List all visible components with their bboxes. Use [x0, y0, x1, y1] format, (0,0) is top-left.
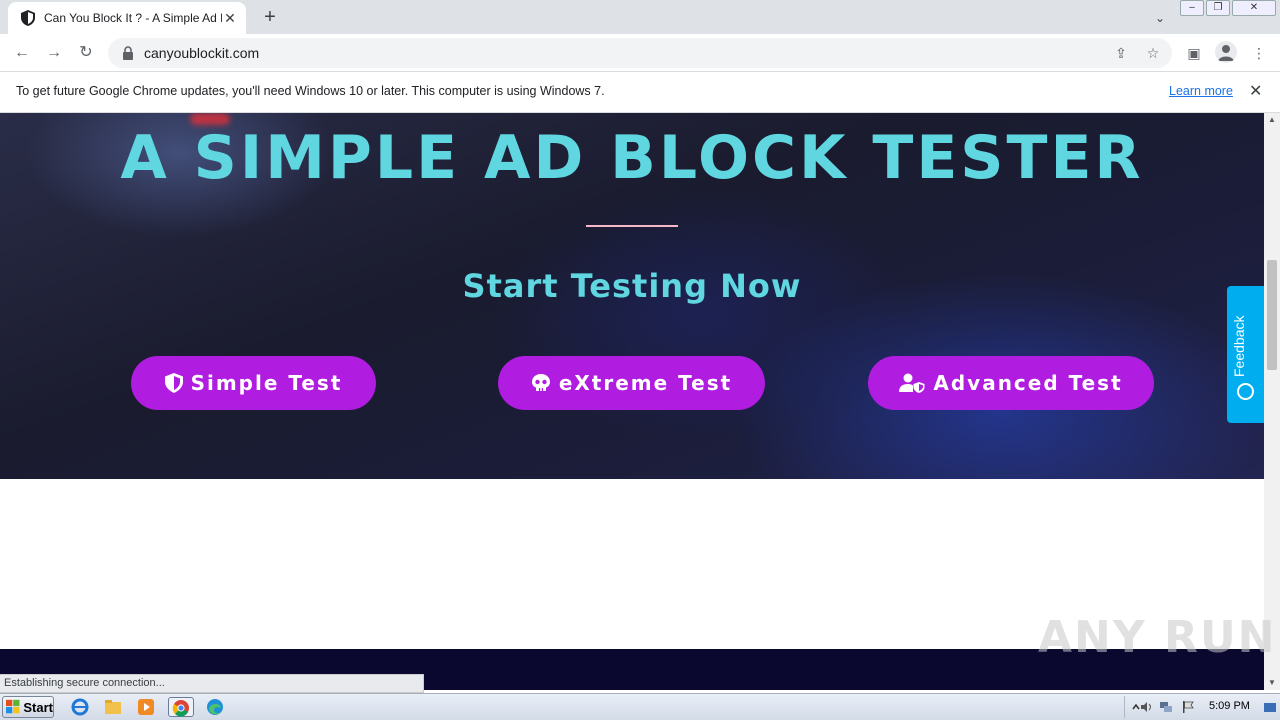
tab-title: Can You Block It ? - A Simple Ad Bloc — [44, 11, 222, 25]
skull-icon — [531, 374, 550, 391]
extreme-test-label: eXtreme Test — [558, 371, 733, 395]
action-center-flag-icon[interactable] — [1181, 700, 1195, 714]
simple-test-label: Simple Test — [190, 371, 343, 395]
minimize-icon[interactable]: – — [1180, 0, 1204, 16]
shield-icon — [164, 373, 183, 393]
chat-bubble-icon — [1237, 383, 1254, 400]
infobar-message: To get future Google Chrome updates, you… — [16, 84, 605, 98]
show-desktop-icon[interactable] — [1263, 700, 1277, 714]
share-icon[interactable]: ⇪ — [1112, 44, 1130, 62]
volume-icon[interactable] — [1139, 700, 1153, 714]
profile-avatar-icon[interactable] — [1215, 41, 1237, 63]
forward-arrow-icon[interactable]: → — [42, 41, 66, 65]
lock-icon — [123, 46, 133, 60]
chrome-icon[interactable] — [168, 697, 194, 717]
browser-tab[interactable]: Can You Block It ? - A Simple Ad Bloc ✕ — [8, 2, 246, 34]
internet-explorer-icon[interactable] — [70, 697, 90, 717]
infobar-close-icon[interactable]: ✕ — [1249, 81, 1262, 101]
start-button[interactable]: Start — [2, 696, 54, 718]
learn-more-link[interactable]: Learn more — [1169, 84, 1233, 98]
side-panel-icon[interactable]: ▣ — [1184, 43, 1204, 63]
taskbar-clock: 5:09 PM — [1209, 700, 1250, 712]
bookmark-star-icon[interactable]: ☆ — [1144, 44, 1162, 62]
hero-divider — [586, 225, 678, 227]
browser-toolbar: ← → ↻ canyoublockit.com ⇪ ☆ ▣ ⋮ — [0, 34, 1280, 72]
back-arrow-icon[interactable]: ← — [10, 41, 34, 65]
network-icon[interactable] — [1159, 700, 1173, 714]
tab-close-icon[interactable]: ✕ — [222, 10, 238, 26]
tab-strip: Can You Block It ? - A Simple Ad Bloc ✕ … — [0, 0, 1280, 34]
file-explorer-icon[interactable] — [103, 697, 123, 717]
advanced-test-label: Advanced Test — [933, 371, 1123, 395]
page-viewport: A SIMPLE AD BLOCK TESTER Start Testing N… — [0, 113, 1264, 690]
advanced-test-button[interactable]: Advanced Test — [868, 356, 1154, 410]
address-bar[interactable]: canyoublockit.com ⇪ ☆ — [108, 38, 1172, 68]
feedback-label: Feedback — [1231, 315, 1247, 377]
reload-icon[interactable]: ↻ — [74, 41, 98, 65]
status-bubble: Establishing secure connection... — [0, 674, 424, 693]
window-controls: – ❐ ✕ — [1180, 0, 1276, 18]
update-infobar: To get future Google Chrome updates, you… — [0, 72, 1280, 113]
user-shield-icon — [899, 373, 925, 393]
scroll-thumb[interactable] — [1267, 260, 1277, 370]
media-player-icon[interactable] — [136, 697, 156, 717]
start-label: Start — [23, 699, 53, 715]
hero-title: A SIMPLE AD BLOCK TESTER — [120, 123, 1144, 193]
edge-icon[interactable] — [205, 697, 225, 717]
shield-favicon-icon — [20, 10, 36, 26]
hero-subtitle: Start Testing Now — [462, 267, 802, 305]
anyrun-watermark: ANY RUN — [1038, 612, 1277, 663]
simple-test-button[interactable]: Simple Test — [131, 356, 376, 410]
system-tray: 5:09 PM — [1124, 696, 1280, 718]
restore-icon[interactable]: ❐ — [1206, 0, 1230, 16]
menu-kebab-icon[interactable]: ⋮ — [1249, 43, 1269, 63]
scroll-up-icon[interactable]: ▲ — [1264, 113, 1280, 127]
windows-taskbar: Start 5:09 PM — [0, 693, 1280, 720]
page-scrollbar[interactable]: ▲ ▼ — [1264, 113, 1280, 690]
extreme-test-button[interactable]: eXtreme Test — [498, 356, 765, 410]
url-text: canyoublockit.com — [144, 45, 260, 61]
window-close-icon[interactable]: ✕ — [1232, 0, 1276, 16]
feedback-tab[interactable]: Feedback — [1227, 286, 1264, 423]
windows-logo-icon — [6, 699, 20, 714]
hero-section: A SIMPLE AD BLOCK TESTER Start Testing N… — [0, 113, 1264, 479]
tab-search-icon[interactable]: ⌄ — [1150, 8, 1170, 28]
scroll-down-icon[interactable]: ▼ — [1264, 676, 1280, 690]
new-tab-button[interactable]: + — [258, 6, 282, 30]
